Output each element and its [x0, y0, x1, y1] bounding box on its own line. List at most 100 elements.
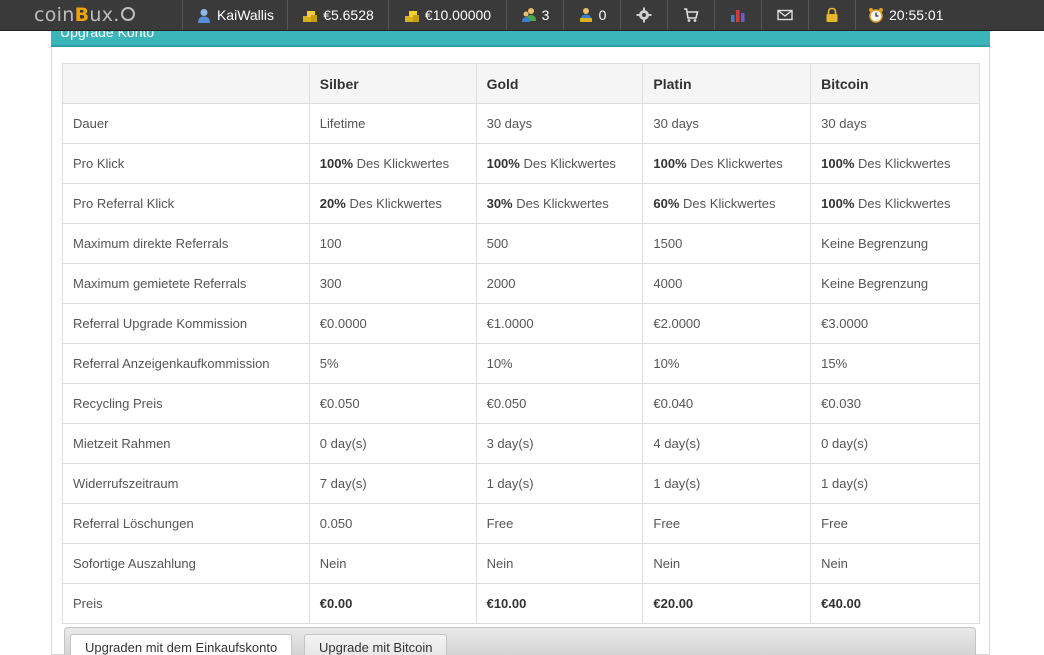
- username: KaiWallis: [216, 7, 275, 23]
- clock-time: 20:55:01: [889, 7, 944, 23]
- row-label: Recycling Preis: [62, 383, 310, 424]
- rented-referrals[interactable]: 0: [563, 0, 620, 30]
- table-cell: 100% Des Klickwertes: [308, 143, 477, 184]
- table-cell: 5%: [308, 343, 477, 384]
- column-header: [62, 63, 310, 104]
- table-cell: 1500: [642, 223, 812, 264]
- price-cell: €20.00: [642, 583, 812, 624]
- tab-bitcoin[interactable]: Upgrade mit Bitcoin: [304, 634, 448, 655]
- table-cell: 4 day(s): [642, 423, 812, 464]
- tab-purchase-balance[interactable]: Upgraden mit dem Einkaufskonto: [70, 634, 293, 655]
- upgrade-comparison-table: Silber Gold Platin Bitcoin Dauer Lifetim…: [62, 63, 980, 624]
- table-cell: 100% Des Klickwertes: [475, 143, 644, 184]
- statistics-button[interactable]: [714, 0, 761, 30]
- row-label: Referral Löschungen: [62, 503, 310, 544]
- table-row: Pro Referral Klick 20% Des Klickwertes 3…: [62, 183, 980, 224]
- column-header: Platin: [642, 63, 812, 104]
- site-logo[interactable]: coin Bux.: [0, 0, 182, 30]
- direct-referrals-count: 3: [541, 7, 550, 23]
- price-cell: €0.00: [308, 583, 477, 624]
- table-cell: €0.040: [642, 383, 812, 424]
- table-cell: Keine Begrenzung: [810, 263, 980, 304]
- price-cell: €40.00: [810, 583, 980, 624]
- page-title: Upgrade Konto: [51, 31, 990, 47]
- logo-dot-icon: [120, 7, 135, 21]
- shop-button[interactable]: [667, 0, 714, 30]
- row-label: Sofortige Auszahlung: [62, 543, 310, 584]
- rented-referrals-count: 0: [598, 7, 607, 23]
- purchase-balance[interactable]: €10.00000: [388, 0, 506, 30]
- row-label: Pro Referral Klick: [62, 183, 310, 224]
- envelope-icon: [777, 7, 793, 23]
- row-label: Referral Anzeigenkaufkommission: [62, 343, 310, 384]
- table-row: Referral Löschungen 0.050 Free Free Free: [62, 503, 980, 544]
- user-menu[interactable]: KaiWallis: [182, 0, 287, 30]
- messages-button[interactable]: [761, 0, 808, 30]
- table-cell: €2.0000: [642, 303, 812, 344]
- table-row: Dauer Lifetime 30 days 30 days 30 days: [62, 103, 980, 144]
- table-cell: 0 day(s): [308, 423, 477, 464]
- table-cell: 20% Des Klickwertes: [308, 183, 477, 224]
- coins-icon: [302, 7, 318, 23]
- table-cell: €0.050: [475, 383, 644, 424]
- table-cell: Free: [810, 503, 980, 544]
- table-cell: Free: [475, 503, 644, 544]
- table-cell: 15%: [810, 343, 980, 384]
- table-cell: 0.050: [308, 503, 477, 544]
- table-cell: 30 days: [810, 103, 980, 144]
- row-label: Referral Upgrade Kommission: [62, 303, 310, 344]
- table-row: Referral Anzeigenkaufkommission 5% 10% 1…: [62, 343, 980, 384]
- column-header: Silber: [308, 63, 477, 104]
- table-row: Maximum direkte Referrals 100 500 1500 K…: [62, 223, 980, 264]
- table-cell: 2000: [475, 263, 644, 304]
- direct-referrals[interactable]: 3: [506, 0, 563, 30]
- table-cell: €3.0000: [810, 303, 980, 344]
- table-cell: Keine Begrenzung: [810, 223, 980, 264]
- table-cell: 30% Des Klickwertes: [475, 183, 644, 224]
- table-row: Widerrufszeitraum 7 day(s) 1 day(s) 1 da…: [62, 463, 980, 504]
- table-cell: 10%: [642, 343, 812, 384]
- clock: 20:55:01: [855, 0, 951, 30]
- cart-icon: [683, 7, 699, 23]
- logout-button[interactable]: [808, 0, 855, 30]
- table-row: Maximum gemietete Referrals 300 2000 400…: [62, 263, 980, 304]
- table-cell: Nein: [475, 543, 644, 584]
- user-icon: [196, 7, 212, 23]
- table-cell: 10%: [475, 343, 644, 384]
- table-cell: Nein: [810, 543, 980, 584]
- table-row: Mietzeit Rahmen 0 day(s) 3 day(s) 4 day(…: [62, 423, 980, 464]
- table-cell: 30 days: [475, 103, 644, 144]
- table-header-row: Silber Gold Platin Bitcoin: [62, 63, 980, 104]
- table-row: Recycling Preis €0.050 €0.050 €0.040 €0.…: [62, 383, 980, 424]
- upgrade-panel: Silber Gold Platin Bitcoin Dauer Lifetim…: [62, 63, 980, 624]
- table-cell: 100: [308, 223, 477, 264]
- alarm-clock-icon: [868, 7, 884, 23]
- main-balance[interactable]: €5.6528: [287, 0, 388, 30]
- table-cell: 0 day(s): [810, 423, 980, 464]
- gear-icon: [636, 7, 652, 23]
- table-cell: 1 day(s): [642, 463, 812, 504]
- bar-chart-icon: [730, 7, 746, 23]
- row-label: Pro Klick: [62, 143, 310, 184]
- table-cell: 100% Des Klickwertes: [810, 183, 980, 224]
- table-cell: Lifetime: [308, 103, 477, 144]
- table-cell: 3 day(s): [475, 423, 644, 464]
- table-cell: 500: [475, 223, 644, 264]
- table-cell: 7 day(s): [308, 463, 477, 504]
- row-label: Maximum direkte Referrals: [62, 223, 310, 264]
- table-cell: Free: [642, 503, 812, 544]
- table-cell: 100% Des Klickwertes: [642, 143, 812, 184]
- payment-tabs: Upgraden mit dem Einkaufskonto Upgrade m…: [64, 627, 976, 655]
- column-header: Gold: [475, 63, 644, 104]
- referrals-icon: [521, 7, 537, 23]
- settings-button[interactable]: [620, 0, 667, 30]
- rented-referrals-icon: [578, 7, 594, 23]
- top-navbar: coin Bux. KaiWallis €5.6528 €10.00000 3 0: [0, 0, 1044, 31]
- row-label: Dauer: [62, 103, 310, 144]
- table-cell: 1 day(s): [475, 463, 644, 504]
- table-cell: 100% Des Klickwertes: [810, 143, 980, 184]
- main-balance-value: €5.6528: [323, 7, 374, 23]
- row-label: Widerrufszeitraum: [62, 463, 310, 504]
- coins-icon: [404, 7, 420, 23]
- row-label: Mietzeit Rahmen: [62, 423, 310, 464]
